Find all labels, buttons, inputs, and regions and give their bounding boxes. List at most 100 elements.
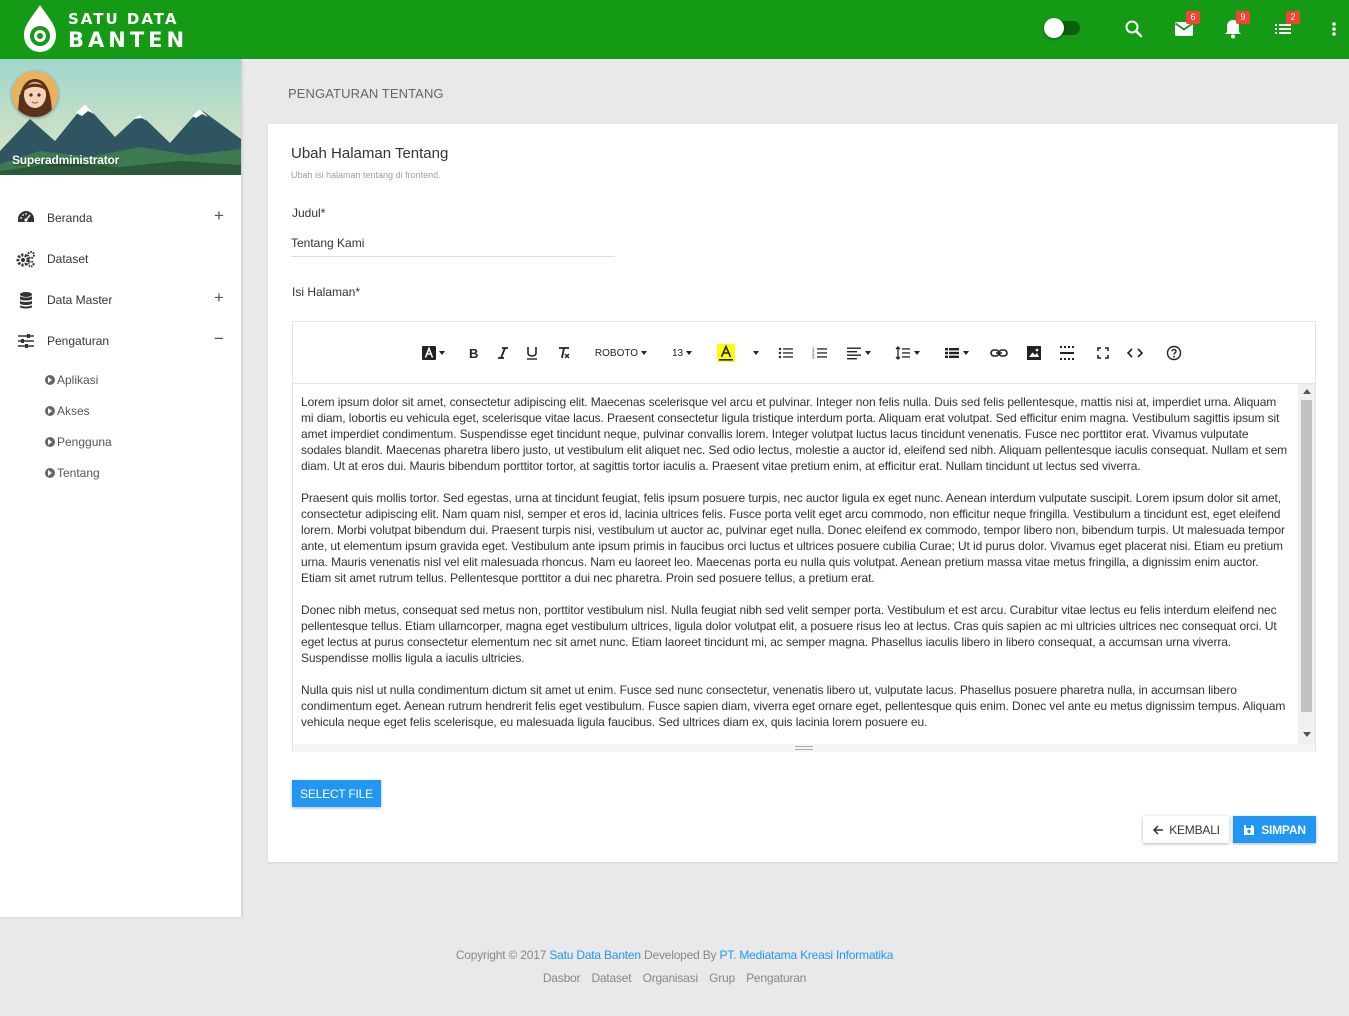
- code-icon: [1127, 348, 1143, 358]
- insert-image-button[interactable]: [1025, 343, 1043, 363]
- expand-icon[interactable]: +: [214, 207, 224, 224]
- sidebar-item-pengaturan[interactable]: Pengaturan −: [0, 320, 241, 361]
- chevron-circle-icon: [45, 437, 55, 447]
- chevron-circle-icon: [45, 375, 55, 385]
- font-size-value: 13: [671, 347, 684, 359]
- italic-icon: [498, 347, 508, 359]
- numbered-list-button[interactable]: 123: [811, 343, 829, 363]
- sidebar-item-dataset[interactable]: Dataset: [0, 238, 241, 279]
- form-subtitle: Ubah isi halaman tentang di frontend.: [291, 170, 441, 180]
- color-picker-dropdown[interactable]: [747, 343, 761, 363]
- help-button[interactable]: [1165, 343, 1183, 363]
- fullscreen-button[interactable]: [1094, 343, 1112, 363]
- bullet-list-button[interactable]: [777, 343, 795, 363]
- image-icon: [1027, 346, 1041, 360]
- page-title: PENGATURAN TENTANG: [288, 86, 444, 101]
- underline-button[interactable]: [523, 343, 541, 363]
- footer-link-dasbor[interactable]: Dasbor: [543, 971, 581, 985]
- chevron-circle-icon: [45, 406, 55, 416]
- align-left-icon: [846, 347, 861, 360]
- insert-link-button[interactable]: [990, 343, 1008, 363]
- judul-input[interactable]: [291, 230, 615, 257]
- site-name-link[interactable]: Satu Data Banten: [549, 948, 641, 962]
- chevron-circle-icon: [45, 468, 55, 478]
- footer-link-pengaturan[interactable]: Pengaturan: [746, 971, 806, 985]
- footer-link-organisasi[interactable]: Organisasi: [643, 971, 699, 985]
- sidebar-item-beranda[interactable]: Beranda +: [0, 197, 241, 238]
- chevron-down-icon: [752, 351, 759, 355]
- table-icon: [944, 348, 959, 358]
- select-file-button[interactable]: SELECT FILE: [292, 780, 381, 807]
- text-color-icon: [717, 344, 735, 362]
- footer-link-dataset[interactable]: Dataset: [591, 971, 631, 985]
- submenu-item-aplikasi[interactable]: Aplikasi: [0, 365, 241, 396]
- logo-mark-icon: [24, 5, 56, 52]
- submenu-label: Pengguna: [57, 435, 112, 449]
- table-dropdown[interactable]: [942, 343, 970, 363]
- submenu-item-pengguna[interactable]: Pengguna: [0, 427, 241, 458]
- rich-text-editor: B ROBOTO 13 1 2 3 Lorem ipsum dolor sit …: [292, 321, 1316, 752]
- clear-format-button[interactable]: [555, 343, 573, 363]
- sidebar-item-label: Data Master: [47, 293, 113, 307]
- collapse-icon[interactable]: −: [214, 330, 224, 347]
- search-icon[interactable]: [1122, 17, 1146, 41]
- form-card: Ubah Halaman Tentang Ubah isi halaman te…: [268, 124, 1338, 862]
- copyright-text: Copyright © 2017: [455, 948, 547, 962]
- grip-icon: [795, 746, 813, 750]
- dashboard-icon: [16, 209, 36, 227]
- line-height-dropdown[interactable]: [893, 343, 921, 363]
- bold-icon: B: [469, 346, 478, 360]
- mail-badge: 6: [1186, 11, 1200, 24]
- sidebar-item-label: Dataset: [47, 252, 89, 266]
- submenu-item-akses[interactable]: Akses: [0, 396, 241, 427]
- submenu-label: Aplikasi: [57, 373, 99, 387]
- paragraph-align-dropdown[interactable]: [844, 343, 872, 363]
- sidebar: Superadministrator Beranda + Dataset Dat…: [0, 59, 241, 917]
- logo-line-1: SATU DATA: [68, 10, 179, 28]
- horizontal-rule-icon: [1060, 346, 1074, 360]
- scrollbar-thumb[interactable]: [1301, 400, 1312, 712]
- editor-resize-handle[interactable]: [293, 744, 1315, 752]
- developer-link[interactable]: PT. Mediatama Kreasi Informatika: [720, 948, 894, 962]
- arrow-back-icon: [1153, 824, 1164, 835]
- notification-badge: 9: [1236, 11, 1250, 24]
- theme-toggle[interactable]: [1044, 18, 1080, 38]
- bold-button[interactable]: B: [465, 343, 483, 363]
- top-navbar: SATU DATA BANTEN 6 9 2: [0, 0, 1349, 59]
- line-height-icon: [895, 346, 910, 360]
- submenu-label: Tentang: [57, 466, 100, 480]
- floppy-disk-icon: [1244, 824, 1255, 835]
- back-button-label: KEMBALI: [1169, 822, 1220, 837]
- footer-link-grup[interactable]: Grup: [709, 971, 735, 985]
- editor-paragraph: Donec nibh metus, consequat sed metus no…: [301, 603, 1277, 665]
- code-view-button[interactable]: [1126, 343, 1144, 363]
- scroll-down-icon[interactable]: [1303, 732, 1311, 737]
- editor-scrollbar[interactable]: [1298, 384, 1315, 744]
- logo-line-2: BANTEN: [68, 28, 189, 52]
- sidebar-item-label: Beranda: [47, 211, 93, 225]
- isi-label: Isi Halaman*: [292, 285, 361, 299]
- footer-copyright: Copyright © 2017 Satu Data Banten Develo…: [0, 948, 1349, 962]
- sidebar-item-data-master[interactable]: Data Master +: [0, 279, 241, 320]
- style-dropdown[interactable]: [420, 343, 446, 363]
- editor-content[interactable]: Lorem ipsum dolor sit amet, consectetur …: [293, 384, 1298, 744]
- avatar[interactable]: [12, 71, 58, 117]
- back-button[interactable]: KEMBALI: [1143, 816, 1229, 843]
- horizontal-rule-button[interactable]: [1058, 343, 1076, 363]
- font-family-dropdown[interactable]: ROBOTO: [592, 343, 650, 363]
- font-size-dropdown[interactable]: 13: [668, 343, 696, 363]
- highlight-color-button[interactable]: [715, 343, 737, 363]
- bullet-list-icon: [778, 347, 793, 359]
- form-title: Ubah Halaman Tentang: [291, 145, 449, 162]
- more-vert-icon[interactable]: [1322, 17, 1346, 41]
- fullscreen-icon: [1097, 347, 1109, 359]
- gears-icon: [16, 250, 36, 268]
- footer-links: Dasbor Dataset Organisasi Grup Pengatura…: [0, 971, 1349, 985]
- italic-button[interactable]: [494, 343, 512, 363]
- text-style-icon: [421, 346, 436, 360]
- save-button[interactable]: SIMPAN: [1233, 816, 1316, 843]
- app-logo[interactable]: SATU DATA BANTEN: [22, 5, 184, 55]
- scroll-up-icon[interactable]: [1303, 389, 1311, 394]
- expand-icon[interactable]: +: [214, 289, 224, 306]
- submenu-item-tentang[interactable]: Tentang: [0, 458, 241, 489]
